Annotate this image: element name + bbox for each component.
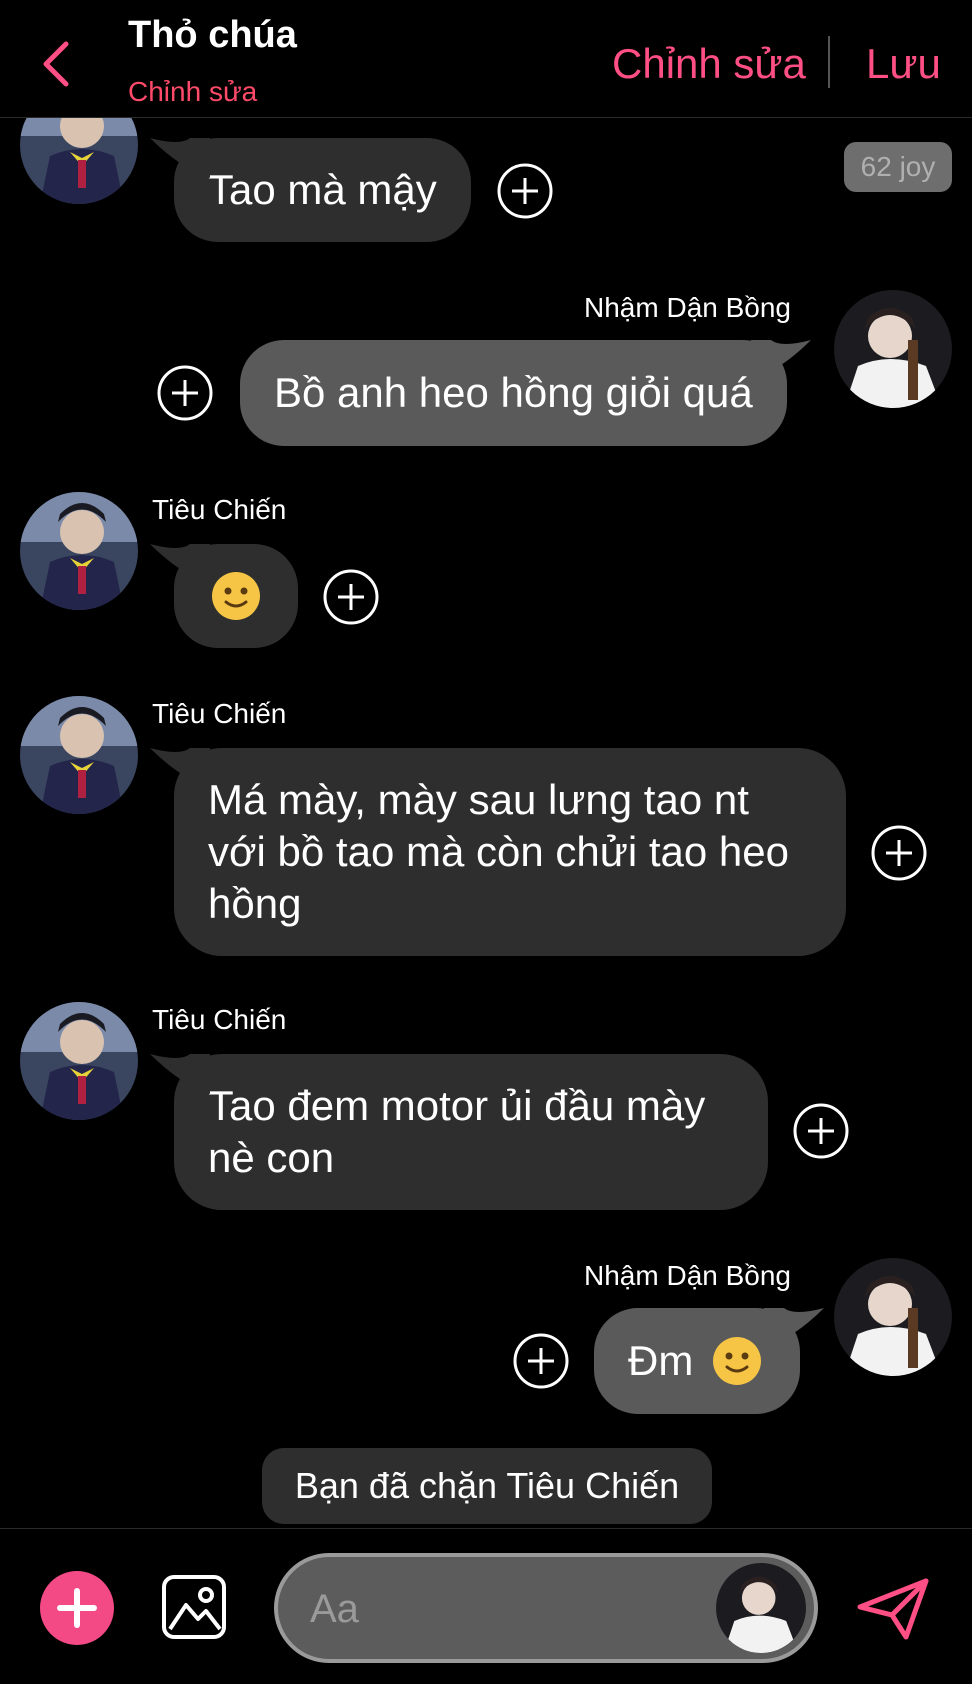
add-reaction-icon[interactable] [156,364,214,422]
add-reaction-icon[interactable] [322,568,380,626]
sender-name: Tiêu Chiến [152,698,287,729]
plus-icon [57,1588,97,1628]
message-text: Đm [628,1337,694,1384]
input-avatar[interactable] [716,1563,806,1653]
sender-name: Nhậm Dận Bồng [584,1260,792,1291]
message-composer [0,1528,972,1684]
bubble-tail [150,1054,210,1094]
bubble-tail [150,748,210,788]
sender-name: Tiêu Chiến [152,494,287,525]
back-chevron-icon[interactable] [36,36,76,92]
image-icon[interactable] [160,1573,228,1641]
slight-smile-emoji-icon [212,572,260,620]
sender-name: Tiêu Chiến [152,1004,287,1035]
add-button[interactable] [40,1571,114,1645]
message-bubble[interactable]: Đm [594,1308,824,1414]
avatar-nham-dan-bong[interactable] [834,290,952,408]
message-input-wrapper[interactable] [274,1553,818,1663]
bubble-tail [150,138,210,178]
add-reaction-icon[interactable] [870,824,928,882]
blocked-notice: Bạn đã chặn Tiêu Chiến [262,1448,712,1524]
message-bubble[interactable] [150,544,298,648]
add-reaction-icon[interactable] [792,1102,850,1160]
message-bubble[interactable]: Tao đem motor ủi đầu mày nè con [150,1054,768,1210]
joy-badge: 62 joy [844,142,952,192]
bubble-tail [750,340,811,380]
slight-smile-emoji-icon [713,1337,762,1385]
chat-subtitle[interactable]: Chỉnh sửa [128,76,257,108]
avatar-tieu-chien[interactable] [20,492,138,610]
header-divider [828,36,830,88]
avatar-tieu-chien[interactable] [20,1002,138,1120]
message-bubble[interactable]: Tao mà mậy [150,138,471,242]
chat-title: Thỏ chúa [128,14,297,56]
chat-header: Thỏ chúa Chỉnh sửa Chỉnh sửa Lưu [0,0,972,118]
message-text: Má mày, mày sau lưng tao nt với bồ tao m… [208,776,789,927]
avatar-nham-dan-bong[interactable] [834,1258,952,1376]
bubble-tail [150,544,210,584]
avatar-tieu-chien[interactable] [20,696,138,814]
add-reaction-icon[interactable] [496,162,554,220]
message-text: Tao mà mậy [208,166,437,213]
message-bubble[interactable]: Má mày, mày sau lưng tao nt với bồ tao m… [150,748,846,956]
add-reaction-icon[interactable] [512,1332,570,1390]
message-text: Tao đem motor ủi đầu mày nè con [208,1082,706,1181]
message-input[interactable] [310,1581,690,1637]
bubble-tail [764,1308,824,1348]
save-button[interactable]: Lưu [866,40,941,88]
send-icon[interactable] [856,1577,930,1641]
message-text: Bồ anh heo hồng giỏi quá [274,369,753,416]
edit-button[interactable]: Chỉnh sửa [612,40,806,88]
message-bubble[interactable]: Bồ anh heo hồng giỏi quá [240,340,811,446]
sender-name: Nhậm Dận Bồng [584,292,792,323]
